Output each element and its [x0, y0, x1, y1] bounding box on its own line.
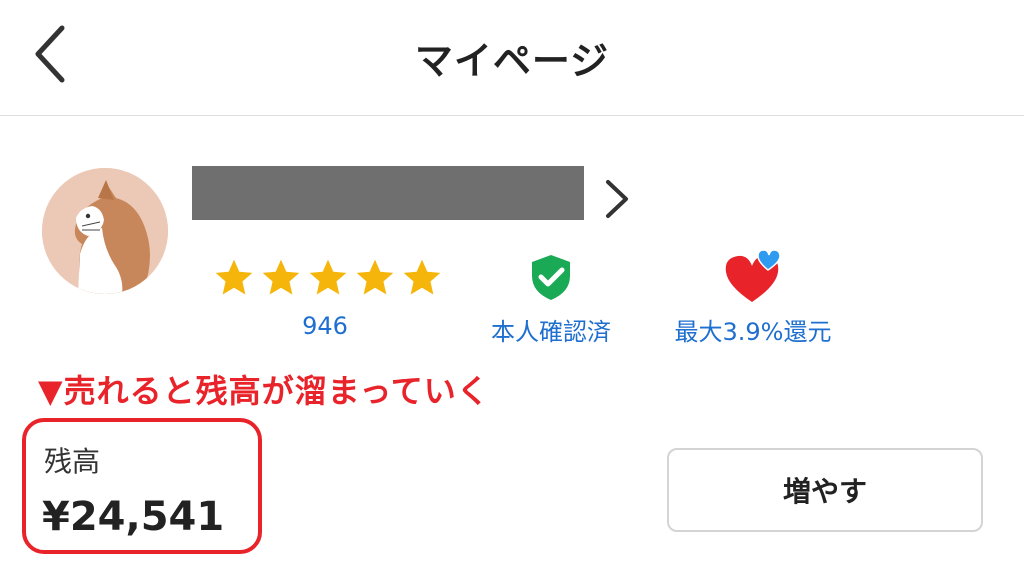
cashback-badge[interactable] [722, 249, 786, 306]
cashback-label[interactable]: 最大3.9%還元 [648, 312, 858, 347]
star-icon [309, 259, 347, 295]
rating-stars[interactable] [212, 256, 444, 300]
increase-balance-button[interactable]: 増やす [667, 448, 983, 532]
star-icon [215, 259, 253, 295]
chevron-right-icon [606, 180, 628, 218]
star-icon [356, 259, 394, 295]
balance-value: ¥24,541 [42, 494, 225, 540]
avatar[interactable] [42, 168, 168, 294]
header-bar: マイページ [0, 0, 1024, 116]
verification-badge[interactable] [526, 252, 576, 302]
cat-avatar-icon [42, 168, 168, 294]
annotation-text: ▼売れると残高が溜まっていく [38, 372, 490, 410]
star-icon [403, 259, 441, 295]
page-title: マイページ [414, 39, 610, 83]
heart-icon [725, 249, 781, 302]
mypage-screen: マイページ 946 本人確認済 最大3.9%還元 ▼売れると残高が溜まっていく … [0, 0, 1024, 576]
verification-label[interactable]: 本人確認済 [468, 312, 634, 347]
profile-chevron[interactable] [600, 176, 632, 222]
shield-check-icon [532, 255, 570, 300]
username-redacted[interactable] [192, 166, 584, 220]
balance-label: 残高 [44, 445, 101, 478]
rating-count-link[interactable]: 946 [212, 312, 438, 340]
star-icon [262, 259, 300, 295]
